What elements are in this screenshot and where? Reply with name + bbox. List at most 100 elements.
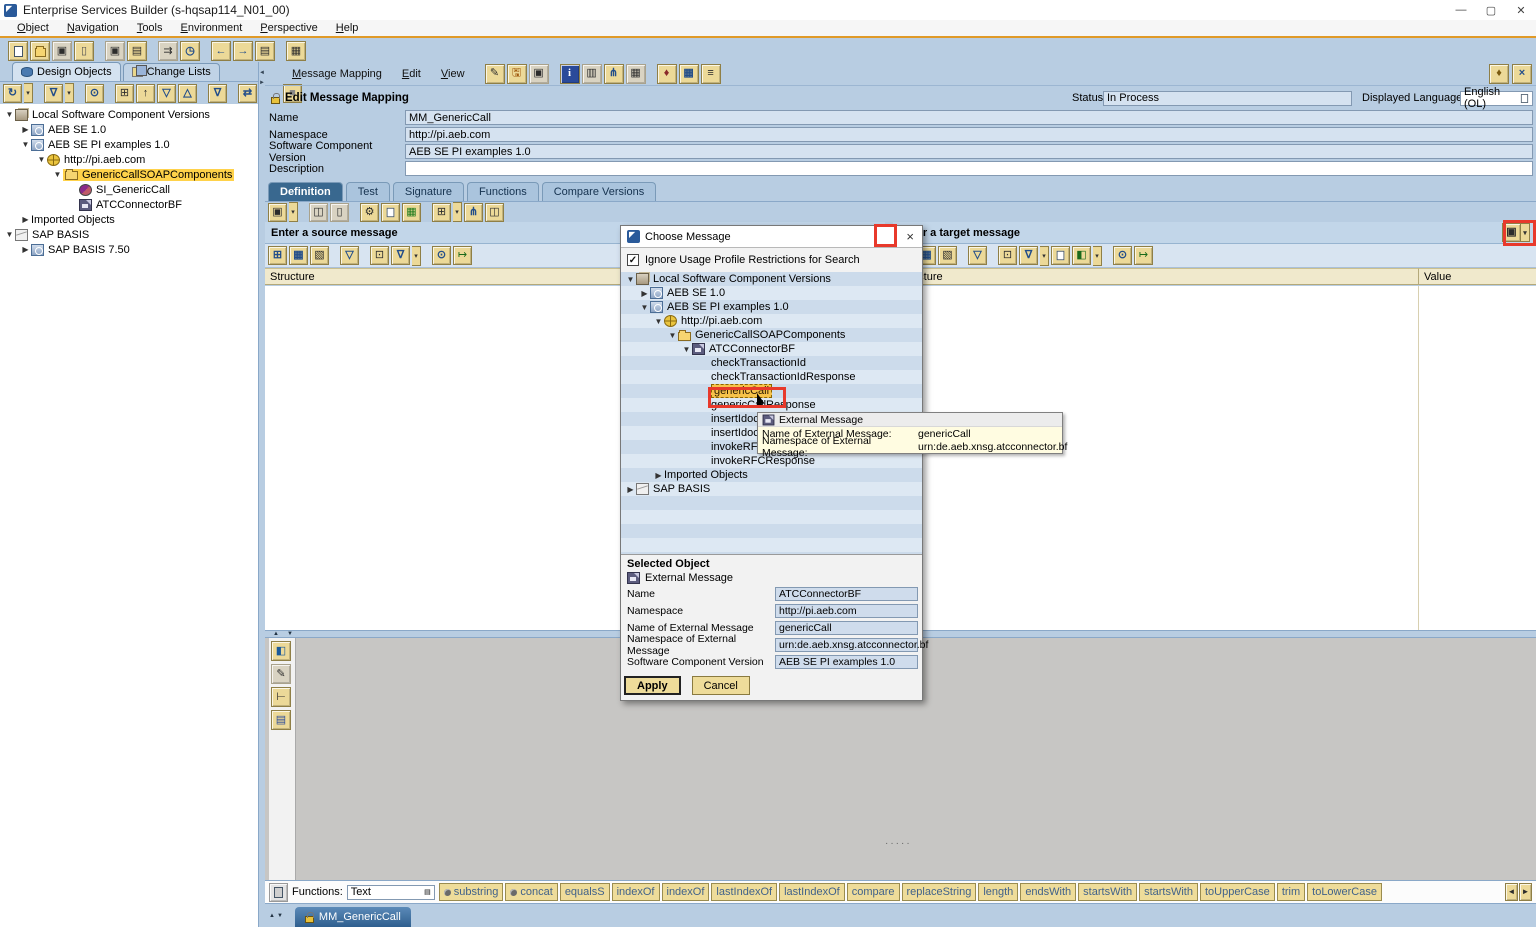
worklist-button[interactable] [255, 41, 275, 61]
function-lastindexof[interactable]: lastIndexOf [711, 883, 777, 901]
tabstrip-down-icon[interactable]: ▼ [277, 913, 283, 919]
function-startswith[interactable]: startsWith [1078, 883, 1137, 901]
tree-item[interactable]: AEB SE PI examples 1.0 [0, 137, 258, 152]
expander-icon[interactable] [4, 230, 15, 239]
menu-message-mapping[interactable]: Message Mapping [283, 68, 391, 80]
tab-test[interactable]: Test [346, 182, 390, 201]
function-length[interactable]: length [978, 883, 1018, 901]
quality-button[interactable] [340, 246, 359, 265]
find-button[interactable] [432, 246, 451, 265]
layout-button[interactable] [402, 203, 421, 222]
check-button[interactable]: ♦ [657, 64, 677, 84]
tree-item[interactable]: SI_GenericCall [0, 182, 258, 197]
function-indexof[interactable]: indexOf [662, 883, 710, 901]
bottom-tab-mm-genericcall[interactable]: MM_GenericCall [295, 907, 411, 927]
open-object-button[interactable] [30, 41, 50, 61]
expander-icon[interactable] [625, 485, 636, 494]
scroll-right-icon[interactable]: ► [1519, 883, 1532, 901]
pair-view-button[interactable] [309, 203, 328, 222]
expander-icon[interactable] [667, 331, 678, 340]
clipboard-button[interactable] [271, 710, 291, 730]
tree-view-button[interactable] [268, 246, 287, 265]
filter-structure-dropdown-icon[interactable]: ▾ [412, 246, 421, 266]
tab-compare-versions[interactable]: Compare Versions [542, 182, 657, 201]
new-subtree-button[interactable] [115, 84, 134, 103]
tree-item[interactable]: Local Software Component Versions [621, 272, 922, 286]
tree-item[interactable]: Imported Objects [621, 468, 922, 482]
menu-edit[interactable]: Edit [393, 68, 430, 80]
canvas-drag-handle[interactable]: ····· [885, 838, 912, 849]
function-category-select[interactable]: Text▤ [347, 885, 435, 900]
export-button[interactable] [1134, 246, 1153, 265]
dependencies-view-button[interactable] [271, 687, 291, 707]
grid-view-button[interactable] [289, 246, 308, 265]
references-button[interactable] [626, 64, 646, 84]
info-button[interactable] [560, 64, 580, 84]
filter-structure-button[interactable] [1019, 246, 1038, 265]
function-substring[interactable]: substring [439, 883, 504, 901]
maximize-icon[interactable]: ▢ [1476, 1, 1506, 19]
functions-doc-icon[interactable] [269, 883, 288, 902]
menu-view[interactable]: View [432, 68, 474, 80]
tab-definition[interactable]: Definition [268, 182, 343, 201]
edit-function-button[interactable] [271, 664, 291, 684]
function-compare[interactable]: compare [847, 883, 900, 901]
function-tolowercase[interactable]: toLowerCase [1307, 883, 1382, 901]
expander-icon[interactable] [625, 275, 636, 284]
log-button[interactable] [701, 64, 721, 84]
copy-structure-button[interactable] [268, 203, 287, 222]
tree-item[interactable]: Local Software Component Versions [0, 107, 258, 122]
user-role-button[interactable] [1489, 64, 1509, 84]
save-button[interactable]: 🖫 [507, 64, 527, 84]
expander-icon[interactable] [20, 140, 31, 149]
document-check-button[interactable] [381, 203, 400, 222]
show-mapping-button[interactable] [271, 641, 291, 661]
expander-icon[interactable] [653, 471, 664, 480]
annotation-button[interactable] [370, 246, 389, 265]
overlap-button[interactable] [485, 203, 504, 222]
tree-item[interactable]: SAP BASIS 7.50 [0, 242, 258, 257]
tree-item[interactable]: GenericCallSOAPComponents [621, 328, 922, 342]
minimize-icon[interactable]: — [1446, 1, 1476, 19]
copy-objects-button[interactable] [105, 41, 125, 61]
expander-icon[interactable] [653, 317, 664, 326]
function-indexof[interactable]: indexOf [612, 883, 660, 901]
delete-structure-button[interactable]: ▯ [330, 203, 349, 222]
quality-button[interactable] [968, 246, 987, 265]
filter-button[interactable] [44, 84, 63, 103]
function-concat[interactable]: concat [505, 883, 557, 901]
tree-item[interactable]: http://pi.aeb.com [0, 152, 258, 167]
display-filter-button[interactable] [208, 84, 227, 103]
back-button[interactable] [211, 41, 231, 61]
collapse-all-button[interactable] [157, 84, 176, 103]
function-trim[interactable]: trim [1277, 883, 1305, 901]
dependencies-button[interactable] [432, 203, 451, 222]
displayed-language-field[interactable]: English (OL) [1460, 91, 1533, 106]
filter-dropdown-icon[interactable]: ▾ [65, 83, 74, 103]
expander-icon[interactable] [639, 289, 650, 298]
filter-structure-button[interactable] [391, 246, 410, 265]
expander-icon[interactable] [20, 245, 31, 254]
expander-icon[interactable] [4, 110, 15, 119]
description-field[interactable] [405, 161, 1533, 176]
expander-icon[interactable] [20, 125, 31, 134]
tree-item[interactable]: AEB SE 1.0 [621, 286, 922, 300]
target-structure-body[interactable] [893, 286, 1536, 630]
collapse-up-icon[interactable]: ▲ [273, 631, 279, 637]
text-preview-button[interactable] [310, 246, 329, 265]
tree-item[interactable]: ATCConnectorBF [621, 342, 922, 356]
new-object-button[interactable] [8, 41, 28, 61]
tree-item[interactable]: SAP BASIS [621, 482, 922, 496]
tabstrip-up-icon[interactable]: ▲ [269, 913, 275, 919]
settings-button[interactable] [360, 203, 379, 222]
menu-object[interactable]: Object [8, 22, 58, 34]
tree-item[interactable]: SAP BASIS [0, 227, 258, 242]
scroll-left-icon[interactable]: ◄ [1505, 883, 1518, 901]
expander-icon[interactable] [20, 215, 31, 224]
document-button[interactable] [1051, 246, 1070, 265]
function-endswith[interactable]: endsWith [1020, 883, 1076, 901]
tree-item[interactable]: http://pi.aeb.com [621, 314, 922, 328]
swap-button[interactable] [238, 84, 257, 103]
close-view-button[interactable] [1512, 64, 1532, 84]
apply-button[interactable]: Apply [624, 676, 681, 695]
